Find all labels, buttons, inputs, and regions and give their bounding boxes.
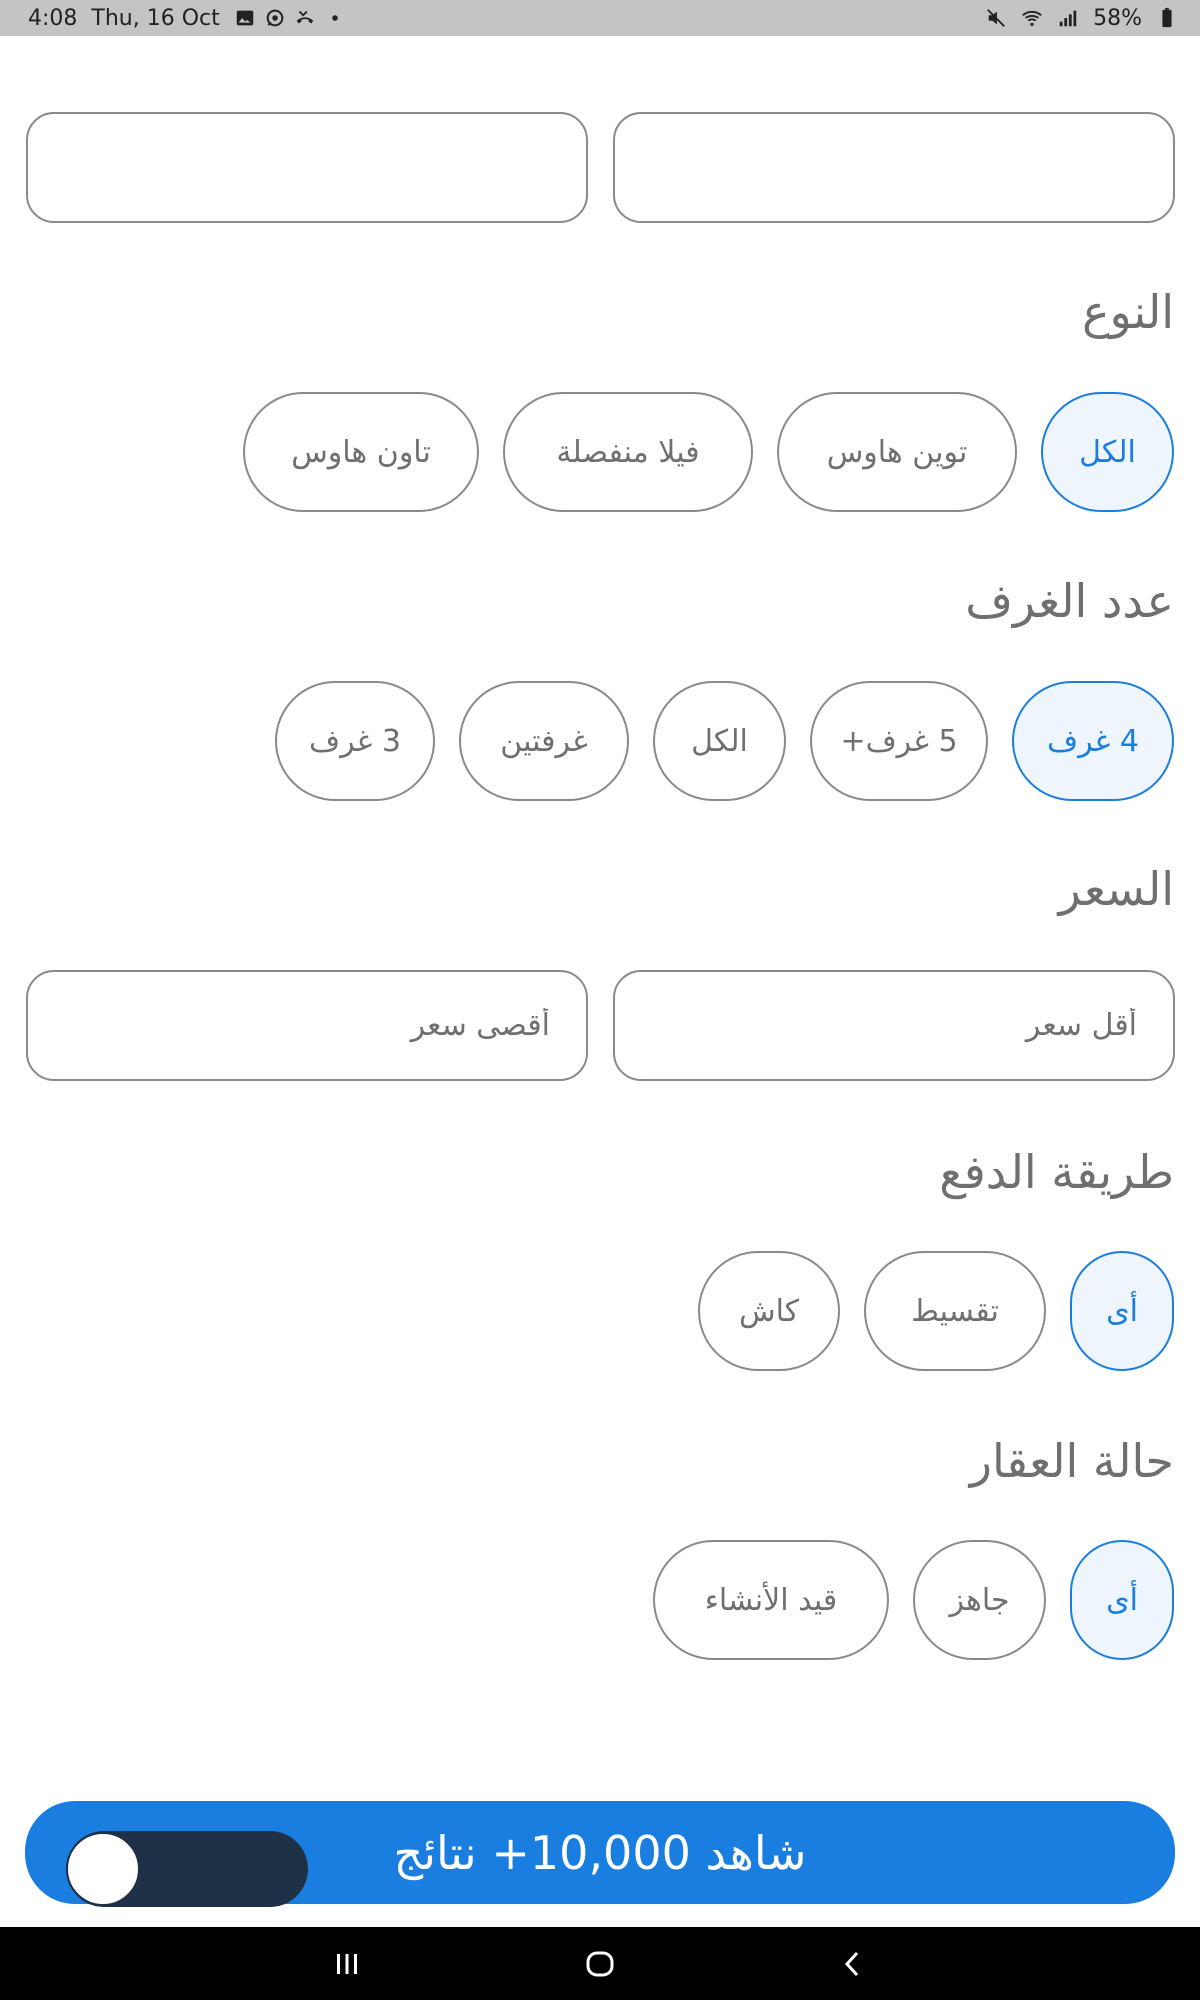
dot-icon — [332, 15, 338, 21]
gallery-icon — [236, 10, 253, 26]
rooms-options: 4 غرف 5 غرف+ الكل غرفتين 3 غرف — [275, 681, 1174, 801]
type-option-all[interactable]: الكل — [1041, 392, 1174, 512]
payment-options: أى تقسيط كاش — [698, 1251, 1174, 1371]
type-option-detached-villa[interactable]: فيلا منفصلة — [503, 392, 753, 512]
missed-call-icon — [296, 10, 313, 24]
status-option-ready[interactable]: جاهز — [913, 1540, 1046, 1660]
floating-toggle-knob[interactable] — [66, 1832, 140, 1906]
wifi-icon — [1022, 10, 1042, 27]
property-status-options: أى جاهز قيد الأنشاء — [653, 1540, 1174, 1660]
rooms-option-2[interactable]: غرفتين — [459, 681, 629, 801]
home-icon — [586, 1951, 614, 1976]
recent-apps-icon — [336, 1953, 357, 1974]
rooms-option-all[interactable]: الكل — [653, 681, 786, 801]
home-button[interactable] — [570, 1934, 630, 1994]
payment-option-cash[interactable]: كاش — [698, 1251, 840, 1371]
property-status-title: حالة العقار — [969, 1434, 1174, 1488]
mute-icon — [987, 9, 1005, 27]
system-nav-bar — [0, 1927, 1200, 2000]
back-icon — [845, 1951, 859, 1976]
type-options: الكل توين هاوس فيلا منفصلة تاون هاوس — [243, 392, 1174, 512]
top-field-left[interactable] — [26, 112, 588, 223]
notification-icons — [234, 7, 346, 29]
payment-option-any[interactable]: أى — [1070, 1251, 1174, 1371]
price-title: السعر — [1058, 862, 1174, 916]
payment-title: طريقة الدفع — [939, 1145, 1174, 1199]
recent-apps-button[interactable] — [317, 1934, 377, 1994]
show-results-label: شاهد 10,000+ نتائج — [393, 1825, 807, 1880]
max-price-input[interactable] — [26, 970, 588, 1081]
status-bar: 4:08 Thu, 16 Oct 58% — [0, 0, 1200, 36]
status-time: 4:08 — [28, 5, 78, 31]
rooms-option-5-plus[interactable]: 5 غرف+ — [810, 681, 988, 801]
payment-option-installment[interactable]: تقسيط — [864, 1251, 1046, 1371]
type-option-twin-house[interactable]: توين هاوس — [777, 392, 1017, 512]
signal-icon — [1059, 10, 1077, 27]
rooms-option-4[interactable]: 4 غرف — [1012, 681, 1174, 801]
battery-icon — [1162, 7, 1172, 28]
rooms-title: عدد الغرف — [965, 574, 1174, 628]
status-date: Thu, 16 Oct — [91, 5, 220, 31]
status-left: 4:08 Thu, 16 Oct — [28, 6, 346, 31]
status-option-any[interactable]: أى — [1070, 1540, 1174, 1660]
battery-level: 58% — [1093, 5, 1142, 31]
min-price-input[interactable] — [613, 970, 1175, 1081]
type-title: النوع — [1082, 285, 1174, 339]
type-option-town-house[interactable]: تاون هاوس — [243, 392, 479, 512]
back-button[interactable] — [823, 1934, 883, 1994]
status-right: 58% — [985, 6, 1178, 31]
whatsapp-icon — [266, 9, 284, 27]
rooms-option-3[interactable]: 3 غرف — [275, 681, 435, 801]
top-field-right[interactable] — [613, 112, 1175, 223]
price-fields — [25, 970, 1175, 1081]
status-option-under-construction[interactable]: قيد الأنشاء — [653, 1540, 889, 1660]
top-fields — [25, 112, 1175, 223]
